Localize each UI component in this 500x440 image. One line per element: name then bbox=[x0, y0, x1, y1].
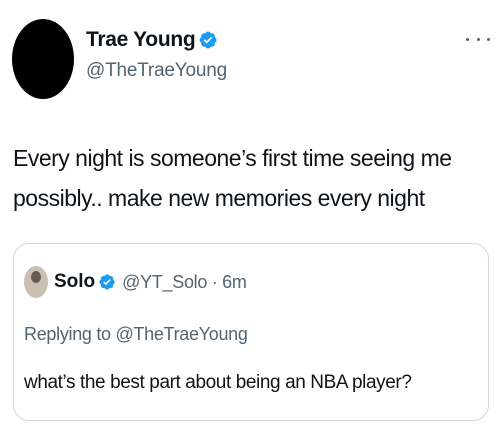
more-dot bbox=[466, 37, 469, 41]
author-handle[interactable]: @TheTraeYoung bbox=[86, 60, 227, 82]
quoted-handle-time[interactable]: @YT_Solo · 6m bbox=[122, 272, 247, 293]
quoted-avatar[interactable] bbox=[24, 266, 48, 298]
author-avatar[interactable] bbox=[12, 19, 74, 99]
more-dot bbox=[476, 37, 480, 41]
author-name-row: Trae Young bbox=[86, 28, 227, 52]
more-options-icon[interactable] bbox=[466, 34, 490, 44]
tweet-text: Every night is someone’s first time seei… bbox=[13, 145, 452, 211]
quoted-replying-to: Replying to @TheTraeYoung bbox=[24, 324, 248, 344]
author-info: Trae Young @TheTraeYoung bbox=[86, 28, 227, 82]
quoted-tweet[interactable]: Solo @YT_Solo · 6m Replying to @TheTraeY… bbox=[13, 243, 489, 421]
quoted-display-name[interactable]: Solo bbox=[54, 271, 95, 293]
verified-badge-icon bbox=[99, 274, 115, 290]
quoted-text: what’s the best part about being an NBA … bbox=[24, 372, 412, 393]
tweet-card: Trae Young @TheTraeYoung Every night is … bbox=[0, 0, 500, 440]
more-dot bbox=[487, 37, 490, 41]
quoted-header: Solo @YT_Solo · 6m bbox=[24, 266, 247, 298]
verified-badge-icon bbox=[199, 31, 217, 49]
author-display-name[interactable]: Trae Young bbox=[86, 28, 196, 52]
